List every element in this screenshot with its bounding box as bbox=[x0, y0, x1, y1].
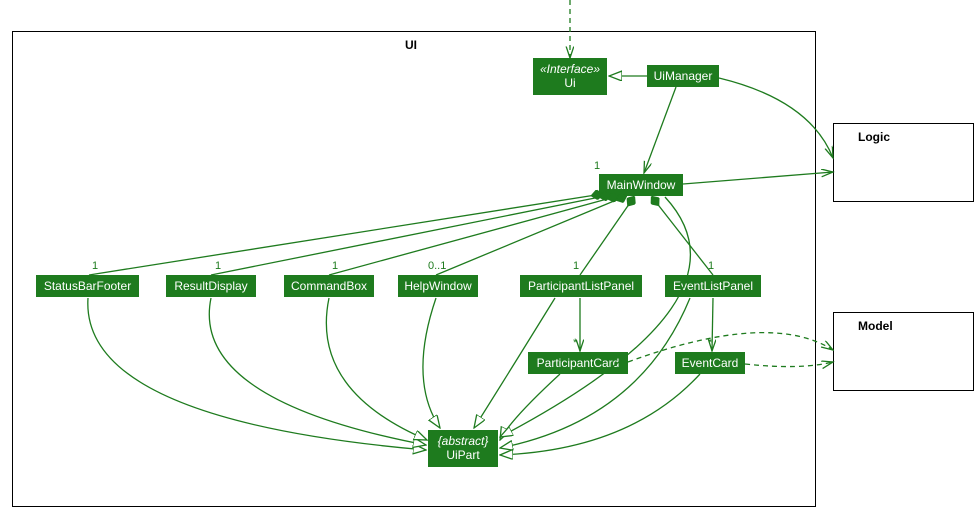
class-main-window: MainWindow bbox=[599, 174, 683, 196]
class-name-label: ParticipantListPanel bbox=[526, 279, 636, 293]
class-name-label: StatusBarFooter bbox=[42, 279, 133, 293]
package-logic-label: Logic bbox=[858, 130, 890, 144]
class-participant-list-panel: ParticipantListPanel bbox=[520, 275, 642, 297]
class-participant-card: ParticipantCard bbox=[528, 352, 628, 374]
mult-ecard: * bbox=[708, 337, 712, 349]
class-name-label: CommandBox bbox=[290, 279, 368, 293]
class-statusbar-footer: StatusBarFooter bbox=[36, 275, 139, 297]
package-ui bbox=[12, 31, 816, 507]
mult-main-window: 1 bbox=[594, 160, 600, 172]
mult-pcard: * bbox=[573, 337, 577, 349]
class-name-label: UiManager bbox=[653, 69, 713, 83]
class-ui-part: {abstract} UiPart bbox=[428, 430, 498, 467]
mult-plp: 1 bbox=[573, 260, 579, 272]
mult-resultdisplay: 1 bbox=[215, 260, 221, 272]
package-logic bbox=[833, 123, 974, 202]
mult-statusbar: 1 bbox=[92, 260, 98, 272]
package-model-label: Model bbox=[858, 319, 893, 333]
class-name-label: ParticipantCard bbox=[534, 356, 622, 370]
class-ui-manager: UiManager bbox=[647, 65, 719, 87]
mult-elp: 1 bbox=[708, 260, 714, 272]
class-name-label: MainWindow bbox=[605, 178, 677, 192]
class-result-display: ResultDisplay bbox=[166, 275, 256, 297]
class-event-card: EventCard bbox=[675, 352, 745, 374]
class-name-label: ResultDisplay bbox=[172, 279, 250, 293]
class-name-label: UiPart bbox=[434, 448, 492, 462]
class-name-label: Ui bbox=[539, 76, 601, 90]
class-name-label: EventListPanel bbox=[671, 279, 755, 293]
class-name-label: HelpWindow bbox=[404, 279, 472, 293]
class-command-box: CommandBox bbox=[284, 275, 374, 297]
class-help-window: HelpWindow bbox=[398, 275, 478, 297]
package-ui-label: UI bbox=[405, 38, 417, 52]
stereotype-label: {abstract} bbox=[434, 434, 492, 448]
stereotype-label: «Interface» bbox=[539, 62, 601, 76]
class-ui-interface: «Interface» Ui bbox=[533, 58, 607, 95]
package-model bbox=[833, 312, 974, 391]
class-name-label: EventCard bbox=[681, 356, 739, 370]
mult-helpwindow: 0..1 bbox=[428, 260, 446, 272]
class-event-list-panel: EventListPanel bbox=[665, 275, 761, 297]
mult-commandbox: 1 bbox=[332, 260, 338, 272]
